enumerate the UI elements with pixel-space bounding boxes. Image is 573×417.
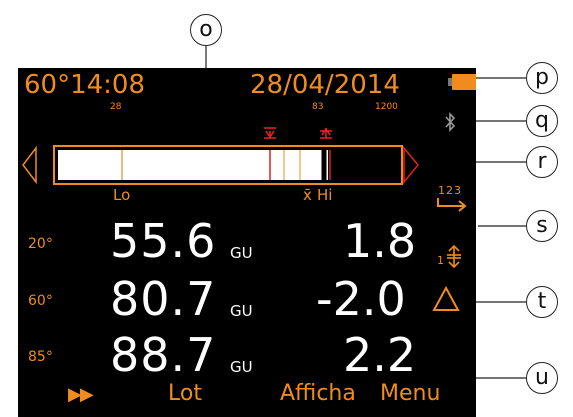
- gloss-unit-85: GU: [230, 358, 253, 376]
- callout-p: p: [526, 62, 558, 94]
- device-screen: 60°14:08 28/04/2014 28 83 1200 Lo x̄ Hi …: [18, 68, 476, 417]
- play-softkey[interactable]: ▶▶: [68, 384, 94, 405]
- gloss-unit-20: GU: [230, 244, 253, 262]
- battery-icon: [448, 74, 476, 90]
- scale-tick-83: 83: [312, 102, 324, 112]
- gloss-value-85: 88.7: [110, 328, 217, 382]
- date-readout: 28/04/2014: [250, 70, 400, 100]
- tolerance-icon: [444, 244, 464, 272]
- callout-o: o: [190, 14, 222, 46]
- gloss-unit-60: GU: [230, 302, 253, 320]
- gloss-value-20: 55.6: [110, 214, 217, 268]
- menu-softkey[interactable]: Menu: [380, 381, 440, 406]
- deviation-20: 1.8: [343, 214, 417, 268]
- order-arrow-icon: [436, 196, 470, 216]
- lot-softkey[interactable]: Lot: [168, 381, 202, 406]
- callout-t: t: [526, 286, 558, 318]
- mean-label: x̄: [303, 186, 312, 204]
- callout-s: s: [526, 210, 558, 242]
- deviation-60: -2.0: [316, 272, 406, 326]
- callout-q: q: [526, 105, 558, 137]
- limit-indicator: 1: [437, 254, 444, 267]
- scale-bar: [18, 118, 448, 192]
- angle-label-85: 85°: [28, 349, 53, 365]
- gloss-value-60: 80.7: [110, 272, 217, 326]
- display-softkey[interactable]: Afficha: [280, 381, 356, 406]
- scale-tick-28: 28: [110, 102, 122, 112]
- deviation-85: 2.2: [343, 328, 417, 382]
- angle-label-20: 20°: [28, 236, 53, 252]
- angle-label-60: 60°: [28, 293, 53, 309]
- hi-label: Hi: [317, 186, 333, 204]
- angle-time-readout: 60°14:08: [24, 70, 146, 100]
- callout-u: u: [526, 362, 558, 394]
- lo-label: Lo: [113, 186, 131, 204]
- scale-tick-1200: 1200: [375, 102, 398, 112]
- delta-icon[interactable]: [432, 285, 460, 316]
- callout-r: r: [526, 146, 558, 178]
